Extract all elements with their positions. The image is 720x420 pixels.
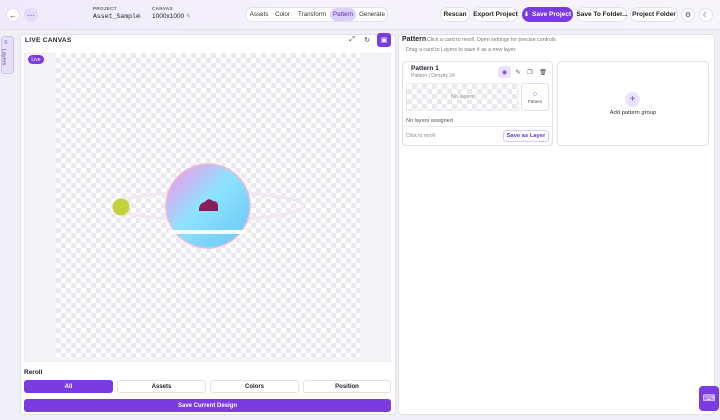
- arrow-left-icon: ←: [9, 10, 17, 20]
- tab-pattern[interactable]: Pattern: [330, 8, 356, 21]
- reroll-assets-button[interactable]: Assets: [117, 380, 206, 393]
- refresh-icon: ↻: [364, 37, 370, 44]
- save-as-layer-button[interactable]: Save as Layer: [503, 130, 549, 142]
- pattern-card-meta: Pattern | Density 24: [411, 73, 455, 79]
- duplicate-pattern-button[interactable]: ❐: [524, 66, 536, 78]
- tab-generate[interactable]: Generate: [357, 8, 387, 21]
- tab-color[interactable]: Color: [272, 8, 293, 21]
- tab-transform[interactable]: Transform: [295, 8, 329, 21]
- edit-pattern-button[interactable]: ✎: [512, 66, 524, 78]
- save-to-folder-button[interactable]: Save To Folder...: [576, 7, 628, 22]
- expand-icon: ⤢: [349, 36, 355, 43]
- rescan-button[interactable]: Rescan: [440, 7, 470, 22]
- pattern-preview-text: No layers: [450, 94, 475, 100]
- card-divider: [402, 126, 553, 127]
- gear-icon: ⚙: [684, 12, 692, 19]
- image-icon: ▣: [380, 37, 388, 44]
- pattern-preview[interactable]: No layers: [406, 83, 519, 111]
- tab-assets[interactable]: Assets: [247, 8, 271, 21]
- plus-icon: +: [625, 92, 640, 107]
- reroll-label: Reroll: [24, 369, 43, 376]
- reroll-position-button[interactable]: Position: [303, 380, 391, 393]
- refresh-button[interactable]: ↻: [361, 34, 373, 46]
- settings-button[interactable]: ⚙: [681, 8, 695, 22]
- project-label: PROJECT: [93, 6, 117, 11]
- copy-icon: ❐: [527, 69, 533, 76]
- live-canvas-title: LIVE CANVAS: [25, 37, 72, 44]
- save-icon: ⬇: [523, 12, 529, 18]
- pattern-type-button[interactable]: ⁘ Pattern: [521, 83, 549, 111]
- canvas-artwork: [111, 163, 305, 249]
- expand-button[interactable]: ⤢: [346, 34, 358, 46]
- edit-canvas-icon[interactable]: ✎: [186, 13, 191, 20]
- click-reroll-hint: Click to reroll: [406, 133, 435, 139]
- pattern-dots-icon: ⁘: [531, 89, 539, 99]
- layers-icon: ≡: [4, 40, 8, 46]
- reroll-colors-button[interactable]: Colors: [210, 380, 299, 393]
- canvas-size: 1000x1000: [152, 13, 185, 20]
- edit-project-icon[interactable]: ✎: [137, 13, 142, 20]
- export-canvas-button[interactable]: ▣: [377, 33, 391, 47]
- reroll-all-button[interactable]: All: [24, 380, 113, 393]
- save-current-design-button[interactable]: Save Current Design: [24, 399, 391, 412]
- trash-icon: 🗑: [539, 69, 547, 76]
- eye-icon: ◉: [501, 69, 508, 76]
- project-folder-button[interactable]: Project Folder: [630, 7, 678, 22]
- green-dot: [112, 198, 130, 216]
- project-name: Asset_Sample: [93, 13, 140, 20]
- pattern-card-name: Pattern 1: [411, 65, 439, 72]
- pencil-icon: ✎: [515, 69, 521, 76]
- layers-side-tab[interactable]: ≡ Layers: [0, 36, 14, 74]
- toggle-visibility-button[interactable]: ◉: [498, 66, 511, 78]
- pattern-type-label: Pattern: [527, 98, 543, 104]
- pattern-hint-2: Drag a card to Layers to save it as a ne…: [406, 47, 517, 53]
- more-icon: ⋯: [27, 10, 35, 20]
- save-project-label: Save Project: [532, 11, 572, 18]
- pattern-title: Pattern: [402, 36, 427, 43]
- canvas-label: CANVAS: [152, 6, 173, 11]
- menu-button[interactable]: ⋯: [24, 8, 38, 22]
- keyboard-icon: ⌨: [702, 393, 716, 403]
- live-badge: Live: [28, 55, 44, 64]
- add-pattern-group-label: Add pattern group: [609, 110, 657, 116]
- export-project-button[interactable]: Export Project: [473, 7, 518, 22]
- assigned-layers-text: No layers assigned: [406, 118, 453, 124]
- theme-toggle[interactable]: ☾: [699, 8, 713, 22]
- moon-icon: ☾: [702, 12, 710, 19]
- back-button[interactable]: ←: [6, 8, 20, 22]
- keyboard-shortcuts-button[interactable]: ⌨: [699, 386, 719, 411]
- orb-stripe: [169, 230, 247, 234]
- delete-pattern-button[interactable]: 🗑: [537, 66, 549, 78]
- save-project-button[interactable]: ⬇ Save Project: [522, 7, 573, 22]
- pattern-hint-1: Click a card to reroll. Open settings fo…: [427, 37, 558, 43]
- layers-tab-label: Layers: [0, 48, 7, 66]
